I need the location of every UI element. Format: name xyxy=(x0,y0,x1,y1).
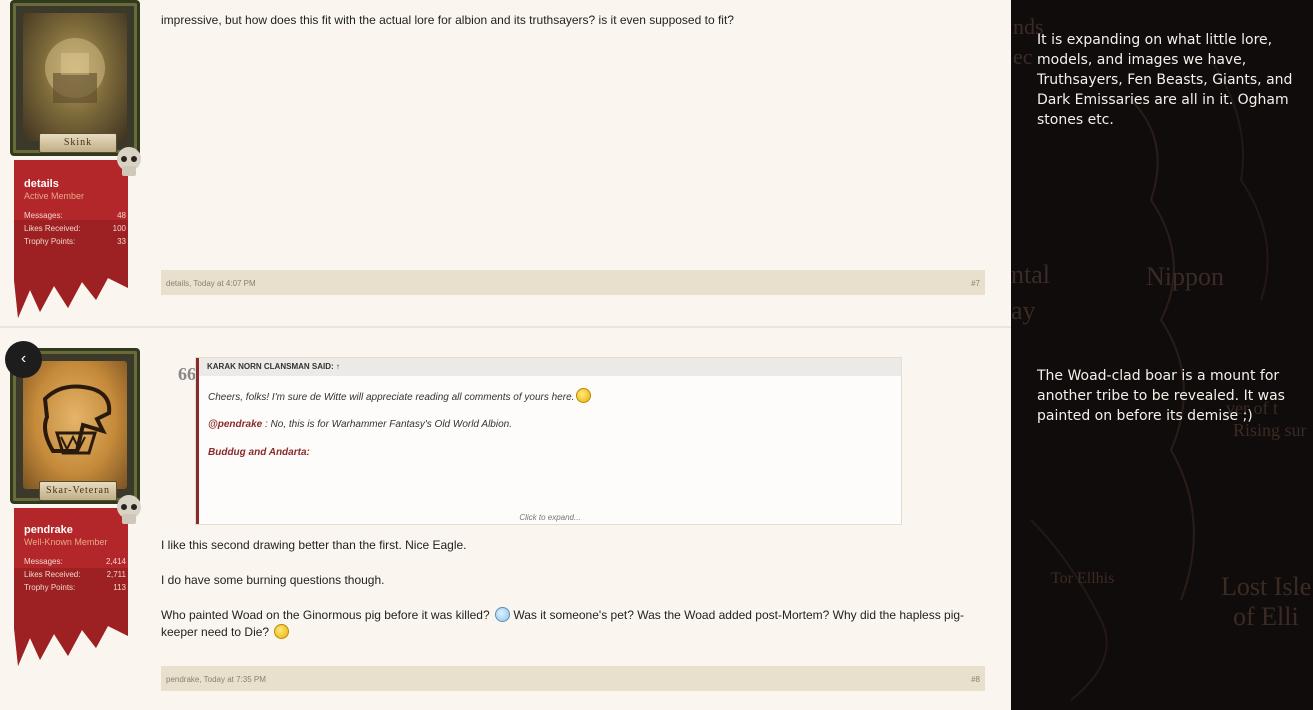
user-title: Well-Known Member xyxy=(24,537,108,547)
user-info: details Active Member Messages: 48 Likes … xyxy=(24,178,126,250)
stat-label: Messages: xyxy=(24,211,63,220)
stat-label: Likes Received: xyxy=(24,224,81,233)
smile-icon xyxy=(576,388,592,403)
caption-text: The Woad-clad boar is a mount for anothe… xyxy=(1037,368,1285,424)
user-mention[interactable]: @pendrake xyxy=(208,419,262,430)
message-text: impressive, but how does this fit with t… xyxy=(161,12,985,29)
quote-line: @pendrake : No, this is for Warhammer Fa… xyxy=(208,419,512,430)
quote-line: Buddug and Andarta: xyxy=(208,447,310,458)
user-title: Active Member xyxy=(24,191,85,201)
stat-value[interactable]: 100 xyxy=(113,224,126,237)
stat-row: Trophy Points: 113 xyxy=(24,583,126,596)
map-label: ntal xyxy=(1011,260,1050,289)
avatar-frame: Skink xyxy=(10,0,140,156)
quote-text: : No, this is for Warhammer Fantasy's Ol… xyxy=(262,419,512,430)
quote-attribution[interactable]: KARAK NORN CLANSMAN SAID: ↑ xyxy=(199,358,901,376)
stat-label: Messages: xyxy=(24,557,63,566)
map-label: Nippon xyxy=(1146,262,1224,291)
stat-label: Trophy Points: xyxy=(24,237,76,246)
username[interactable]: details xyxy=(24,178,126,190)
stat-row: Likes Received: 100 xyxy=(24,224,126,237)
message-paragraph: I like this second drawing better than t… xyxy=(161,538,467,552)
post-meta[interactable]: details, Today at 4:07 PM xyxy=(166,279,256,288)
user-stats: Messages: 2,414 Likes Received: 2,711 Trop… xyxy=(24,557,126,596)
user-banner: Skar-Veteran pendrake Well-Known Member … xyxy=(6,348,141,668)
confused-smiley-icon xyxy=(274,624,290,639)
caption-text: It is expanding on what little lore, mod… xyxy=(1037,32,1293,128)
stat-row: Likes Received: 2,711 xyxy=(24,570,126,583)
stat-row: Messages: 2,414 xyxy=(24,557,126,570)
quote-line: Cheers, folks! I'm sure de Witte will ap… xyxy=(208,388,592,403)
stat-row: Trophy Points: 33 xyxy=(24,237,126,250)
post-7: Skink details Active Member Messages: 48 … xyxy=(0,0,1011,327)
post-permalink[interactable]: #8 xyxy=(971,675,980,684)
stat-row: Messages: 48 xyxy=(24,211,126,224)
post-permalink[interactable]: #7 xyxy=(971,279,980,288)
stat-label: Trophy Points: xyxy=(24,583,76,592)
quote-text: Cheers, folks! I'm sure de Witte will ap… xyxy=(208,392,575,403)
avatar[interactable] xyxy=(23,13,127,141)
map-label: Lost Isle xyxy=(1221,572,1312,601)
rank-plate: Skar-Veteran xyxy=(39,481,117,501)
map-label: ec xyxy=(1013,44,1033,69)
skull-icon xyxy=(117,495,141,524)
post-footer: pendrake, Today at 7:35 PM #8 xyxy=(161,666,985,691)
caption-panel: Nippon Tor Ellhis Lost Isle of Elli ntal… xyxy=(1011,0,1313,710)
stat-value[interactable]: 113 xyxy=(113,583,126,596)
post-meta[interactable]: pendrake, Today at 7:35 PM xyxy=(166,675,266,684)
message-text-part: Who painted Woad on the Ginormous pig be… xyxy=(161,608,490,622)
stat-value[interactable]: 2,711 xyxy=(107,570,126,583)
click-to-expand[interactable]: Click to expand... xyxy=(199,513,901,522)
quote-icon: 66 xyxy=(178,364,196,384)
stat-value[interactable]: 2,414 xyxy=(106,557,126,570)
user-stats: Messages: 48 Likes Received: 100 Trophy Po… xyxy=(24,211,126,250)
skull-icon xyxy=(117,147,141,176)
message-paragraph: Who painted Woad on the Ginormous pig be… xyxy=(161,607,985,641)
quote-block: KARAK NORN CLANSMAN SAID: ↑ Cheers, folk… xyxy=(196,358,901,524)
username[interactable]: pendrake xyxy=(24,524,126,536)
rank-plate: Skink xyxy=(39,133,117,153)
post-content: impressive, but how does this fit with t… xyxy=(161,12,985,29)
stat-label: Likes Received: xyxy=(24,570,81,579)
user-banner: Skink details Active Member Messages: 48 … xyxy=(6,0,141,318)
map-label: of Elli xyxy=(1233,602,1299,631)
question-smiley-icon xyxy=(494,607,510,622)
back-arrow-icon[interactable]: ‹ xyxy=(5,341,42,378)
forum-thread: Skink details Active Member Messages: 48 … xyxy=(0,0,1011,710)
message-paragraph: impressive, but how does this fit with t… xyxy=(161,13,734,27)
message-paragraph: I do have some burning questions though. xyxy=(161,573,385,587)
stat-value[interactable]: 48 xyxy=(117,211,126,224)
avatar[interactable] xyxy=(23,361,127,489)
map-label: Tor Ellhis xyxy=(1051,570,1115,587)
post-8: Skar-Veteran pendrake Well-Known Member … xyxy=(0,328,1011,710)
post-footer: details, Today at 4:07 PM #7 xyxy=(161,270,985,295)
map-label: ay xyxy=(1011,296,1036,325)
stat-value[interactable]: 33 xyxy=(117,237,126,250)
user-info: pendrake Well-Known Member Messages: 2,41… xyxy=(24,524,126,596)
